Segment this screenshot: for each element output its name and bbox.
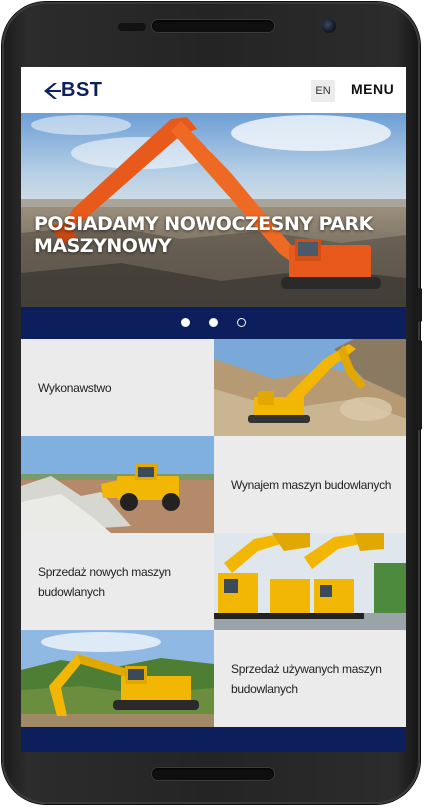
wheel-loader-image — [21, 436, 214, 533]
logo-mark-icon — [44, 83, 61, 99]
slider-pagination — [21, 307, 406, 339]
volume-button — [416, 340, 422, 430]
front-camera-icon — [322, 19, 336, 33]
tile-sprzedaz-nowych[interactable]: Sprzedaż nowych maszyn budowlanych — [21, 533, 214, 630]
slider-dot-2[interactable] — [209, 318, 218, 327]
tile-wynajem[interactable]: Wynajem maszyn budowlanych — [214, 436, 406, 533]
hero-slide[interactable]: POSIADAMY NOWOCZESNY PARK MASZYNOWY — [21, 113, 406, 307]
slider-dot-1[interactable] — [181, 318, 190, 327]
tile-label: Sprzedaż używanych maszyn budowlanych — [231, 661, 382, 696]
hero-excavator-image — [21, 113, 406, 307]
tile-sprzedaz-uzywanych[interactable]: Sprzedaż używanych maszyn budowlanych — [214, 630, 406, 727]
site-header: BST EN MENU — [21, 67, 406, 113]
footer-bar — [21, 727, 406, 752]
excavator-quarry-image — [214, 339, 406, 436]
tile-image-wheel-loader[interactable] — [21, 436, 214, 533]
tile-label: Wynajem maszyn budowlanych — [231, 477, 392, 492]
used-excavator-image — [21, 630, 214, 727]
proximity-sensor — [118, 23, 146, 31]
tile-label: Wykonawstwo — [38, 380, 112, 395]
language-switch-button[interactable]: EN — [311, 80, 335, 102]
logo-text: BST — [61, 78, 103, 101]
menu-button[interactable]: MENU — [351, 81, 394, 97]
bottom-speaker — [152, 768, 274, 780]
tile-label: Sprzedaż nowych maszyn budowlanych — [38, 564, 171, 599]
earpiece-speaker — [152, 20, 274, 32]
slider-dot-3[interactable] — [237, 318, 246, 327]
tile-image-new-machines[interactable] — [214, 533, 406, 630]
site-logo[interactable]: BST — [41, 79, 103, 101]
power-button — [416, 288, 422, 322]
tile-image-used-excavator[interactable] — [21, 630, 214, 727]
new-machines-image — [214, 533, 406, 630]
screen: BST EN MENU POSIADAMY NOWOCZESNY PARK MA… — [21, 67, 406, 752]
hero-title: POSIADAMY NOWOCZESNY PARK MASZYNOWY — [34, 213, 373, 257]
tile-image-excavator-quarry[interactable] — [214, 339, 406, 436]
tile-wykonawstwo[interactable]: Wykonawstwo — [21, 339, 214, 436]
